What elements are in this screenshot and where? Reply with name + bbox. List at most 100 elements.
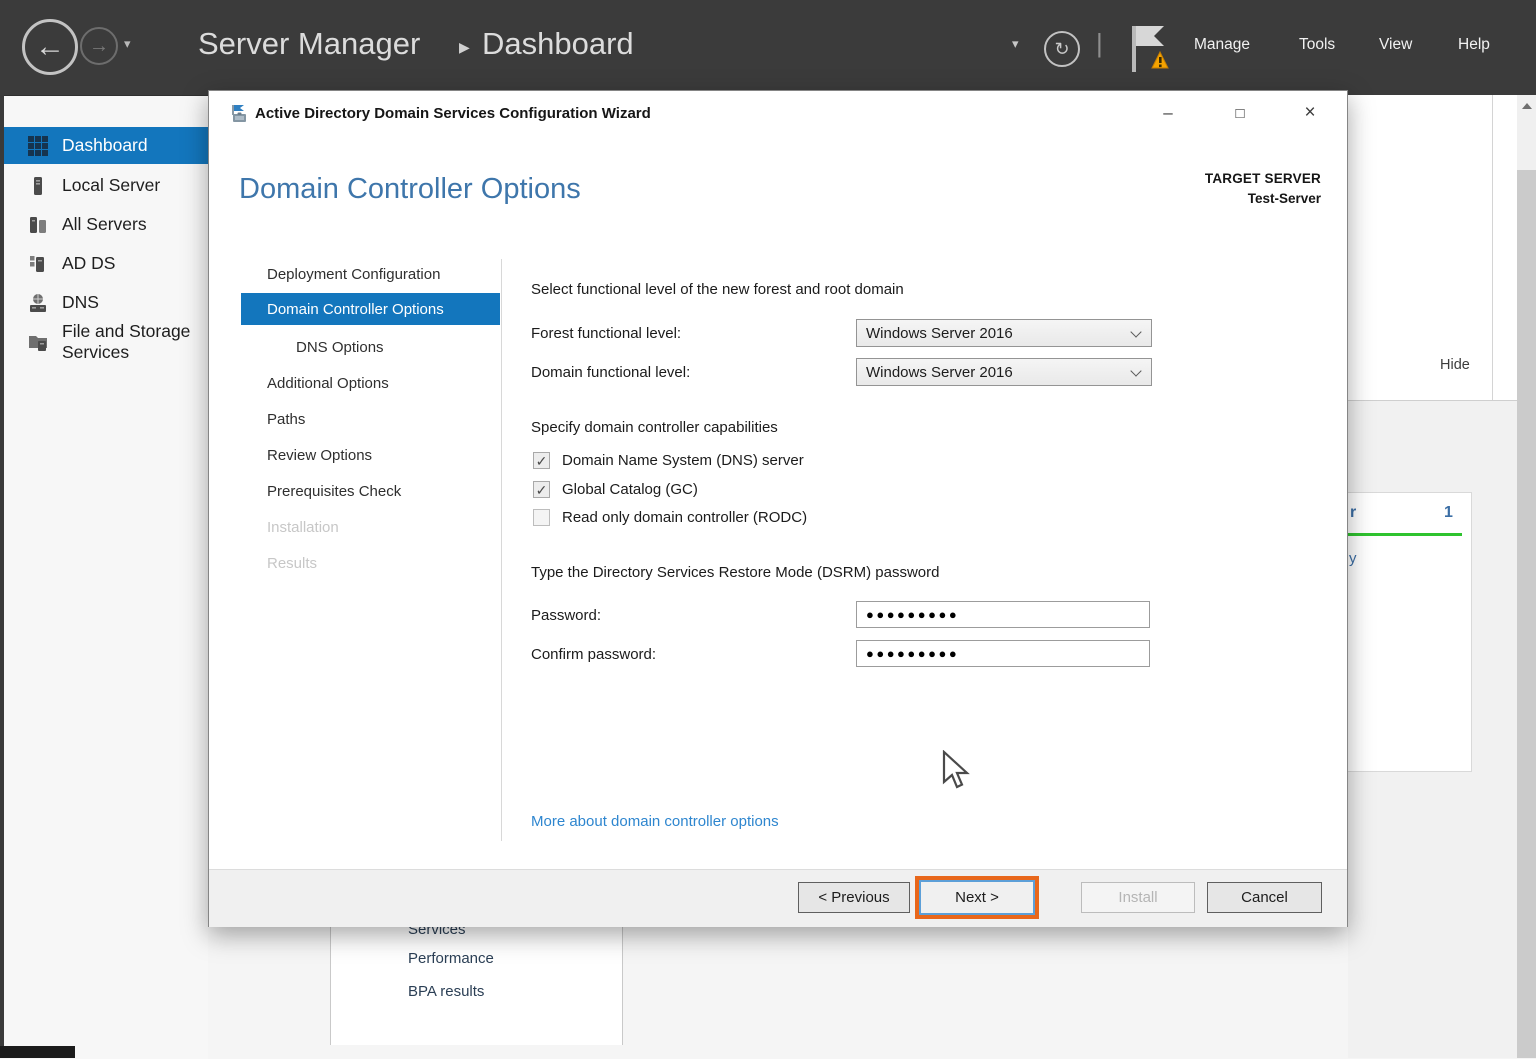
wizard-app-icon: [229, 104, 249, 124]
wizard-nav-paths[interactable]: Paths: [267, 411, 305, 428]
local-server-icon: [27, 175, 49, 197]
sidebar-item-label: AD DS: [62, 253, 115, 274]
global-catalog-checkbox-row: ✓ Global Catalog (GC): [533, 481, 698, 498]
window-left-edge: [0, 95, 4, 1058]
sidebar-item-dns[interactable]: DNS: [0, 284, 208, 321]
domain-functional-level-value: Windows Server 2016: [866, 364, 1013, 381]
flyout-border: [1492, 95, 1493, 400]
refresh-icon[interactable]: ↻: [1044, 31, 1080, 67]
password-field[interactable]: ●●●●●●●●●: [856, 601, 1150, 628]
dns-icon: [27, 292, 49, 314]
sidebar-item-dashboard[interactable]: Dashboard: [0, 127, 208, 164]
rodc-checkbox[interactable]: [533, 509, 550, 526]
maximize-icon[interactable]: □: [1221, 97, 1259, 129]
confirm-password-label: Confirm password:: [531, 646, 656, 663]
scrollbar-up-icon[interactable]: [1522, 103, 1532, 109]
chevron-down-icon: [1130, 365, 1141, 376]
target-server-name: Test-Server: [1205, 191, 1321, 206]
breadcrumb-separator-icon: ▶: [459, 39, 470, 56]
topbar-divider: |: [1096, 28, 1103, 59]
dns-server-checkbox-row: ✓ Domain Name System (DNS) server: [533, 452, 804, 469]
target-server-block: TARGET SERVER Test-Server: [1205, 171, 1321, 206]
dns-server-checkbox[interactable]: ✓: [533, 452, 550, 469]
target-server-label: TARGET SERVER: [1205, 171, 1321, 186]
menu-manage[interactable]: Manage: [1194, 36, 1250, 54]
back-icon[interactable]: ←: [22, 19, 78, 75]
taskbar-fragment: [0, 1046, 75, 1058]
dns-server-checkbox-label: Domain Name System (DNS) server: [562, 452, 804, 469]
breadcrumb-dashboard[interactable]: Dashboard: [482, 26, 634, 62]
role-tile-title-fragment: r: [1350, 504, 1356, 522]
forest-functional-level-value: Windows Server 2016: [866, 325, 1013, 342]
back-arrow-glyph: ←: [35, 30, 65, 64]
sidebar-item-label: DNS: [62, 292, 99, 313]
sidebar-item-label: Local Server: [62, 175, 160, 196]
wizard-nav-deployment-configuration[interactable]: Deployment Configuration: [267, 266, 440, 283]
server-manager-topbar: ← → ▾ Server Manager ▶ Dashboard ▾ ↻ | M…: [0, 0, 1536, 95]
wizard-nav-installation: Installation: [267, 519, 339, 536]
breadcrumb-server-manager[interactable]: Server Manager: [198, 26, 420, 62]
sidebar-item-local-server[interactable]: Local Server: [0, 167, 208, 204]
breadcrumb-caret-icon[interactable]: ▾: [1012, 36, 1019, 52]
sidebar-item-label: Dashboard: [62, 135, 148, 156]
scrollbar-thumb[interactable]: [1517, 170, 1536, 1058]
mouse-cursor-icon: [940, 750, 974, 795]
wizard-window-title: Active Directory Domain Services Configu…: [255, 105, 651, 122]
sidebar-item-file-and-storage[interactable]: File and Storage Services: [0, 323, 208, 360]
ad-ds-icon: [27, 253, 49, 275]
global-catalog-checkbox-label: Global Catalog (GC): [562, 481, 698, 498]
cancel-button[interactable]: Cancel: [1207, 882, 1322, 913]
menu-view[interactable]: View: [1379, 36, 1412, 54]
wizard-nav-domain-controller-options[interactable]: Domain Controller Options: [241, 293, 500, 325]
sidebar-item-ad-ds[interactable]: AD DS: [0, 245, 208, 282]
next-button[interactable]: Next >: [919, 880, 1035, 915]
more-about-link[interactable]: More about domain controller options: [531, 813, 779, 830]
wizard-nav-additional-options[interactable]: Additional Options: [267, 375, 389, 392]
install-button: Install: [1081, 882, 1195, 913]
menu-help[interactable]: Help: [1458, 36, 1490, 54]
previous-button[interactable]: < Previous: [798, 882, 910, 913]
role-detail-item-bpa-results[interactable]: BPA results: [408, 983, 484, 1000]
sidebar: Dashboard Local Server All Servers AD DS…: [0, 95, 208, 1059]
wizard-nav-divider: [501, 259, 502, 841]
wizard-nav-prerequisites-check[interactable]: Prerequisites Check: [267, 483, 401, 500]
domain-functional-level-select[interactable]: Windows Server 2016: [856, 358, 1152, 386]
adds-configuration-wizard-dialog: Active Directory Domain Services Configu…: [208, 90, 1348, 927]
all-servers-icon: [27, 214, 49, 236]
rodc-checkbox-label: Read only domain controller (RODC): [562, 509, 807, 526]
functional-level-heading: Select functional level of the new fores…: [531, 281, 904, 298]
forest-functional-level-label: Forest functional level:: [531, 325, 681, 342]
file-and-storage-icon: [27, 331, 49, 353]
capabilities-heading: Specify domain controller capabilities: [531, 419, 778, 436]
global-catalog-checkbox[interactable]: ✓: [533, 481, 550, 498]
dsrm-heading: Type the Directory Services Restore Mode…: [531, 564, 939, 581]
wizard-nav-dns-options[interactable]: DNS Options: [296, 339, 384, 356]
forward-icon: →: [80, 27, 118, 65]
hide-link[interactable]: Hide: [1440, 357, 1470, 373]
notification-flag-icon[interactable]: [1124, 22, 1174, 76]
dashboard-grid-icon: [27, 135, 49, 157]
sidebar-item-label: All Servers: [62, 214, 147, 235]
minimize-icon[interactable]: –: [1149, 97, 1187, 129]
close-icon[interactable]: ×: [1291, 97, 1329, 129]
forward-arrow-glyph: →: [89, 35, 109, 58]
domain-functional-level-label: Domain functional level:: [531, 364, 690, 381]
wizard-nav-review-options[interactable]: Review Options: [267, 447, 372, 464]
forest-functional-level-select[interactable]: Windows Server 2016: [856, 319, 1152, 347]
refresh-glyph: ↻: [1054, 39, 1069, 60]
wizard-nav-results: Results: [267, 555, 317, 572]
nav-history-caret-icon[interactable]: ▾: [124, 36, 131, 52]
wizard-page-title: Domain Controller Options: [239, 173, 581, 206]
sidebar-item-all-servers[interactable]: All Servers: [0, 206, 208, 243]
chevron-down-icon: [1130, 326, 1141, 337]
sidebar-item-label: File and Storage Services: [62, 321, 208, 363]
menu-tools[interactable]: Tools: [1299, 36, 1335, 54]
role-detail-item-performance[interactable]: Performance: [408, 950, 494, 967]
role-tile-count: 1: [1444, 504, 1453, 522]
role-tile-status-line: [1348, 533, 1462, 536]
role-tile-row-fragment: y: [1349, 550, 1357, 567]
password-label: Password:: [531, 607, 601, 624]
confirm-password-field[interactable]: ●●●●●●●●●: [856, 640, 1150, 667]
next-button-highlight: Next >: [915, 876, 1039, 919]
role-detail-card: [330, 910, 623, 1045]
